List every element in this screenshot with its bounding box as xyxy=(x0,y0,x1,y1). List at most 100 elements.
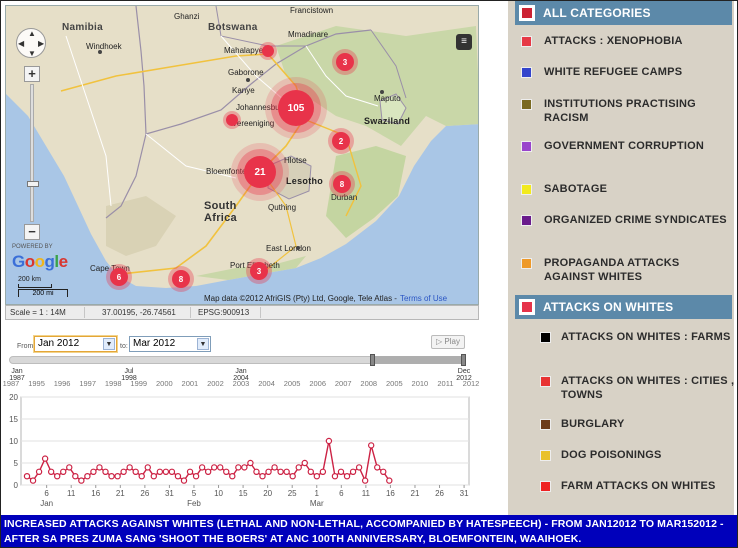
timeline-slider-start-handle[interactable] xyxy=(370,354,375,366)
projection-readout: EPSG:900913 xyxy=(198,308,250,317)
cluster-kanye[interactable] xyxy=(226,114,238,126)
x-tick-label: 20 xyxy=(263,489,272,498)
cluster-mahalapye[interactable] xyxy=(262,45,274,57)
cluster-swaziland[interactable]: 2 xyxy=(332,132,350,150)
year-tick-label: 2005 xyxy=(283,379,301,388)
zoom-slider[interactable] xyxy=(27,84,39,222)
data-point xyxy=(120,468,127,476)
pan-control[interactable]: ▲ ▼ ◀ ▶ xyxy=(16,28,46,58)
cluster-port-elizabeth[interactable]: 3 xyxy=(250,262,268,280)
x-tick-label: 21 xyxy=(116,489,125,498)
zoom-out-button[interactable]: − xyxy=(24,224,40,240)
x-tick-label: 6 xyxy=(339,489,344,498)
swatch-all-categories xyxy=(522,8,532,18)
data-point xyxy=(241,464,248,471)
google-logo: Google xyxy=(12,252,68,271)
legend-swatch xyxy=(521,258,532,269)
data-point xyxy=(162,468,170,476)
zoom-slider-thumb[interactable] xyxy=(27,181,39,187)
data-point xyxy=(96,464,103,471)
map-view[interactable]: Namibia Botswana South Africa Swaziland … xyxy=(5,5,479,305)
data-point xyxy=(41,455,49,462)
place-label-quthing: Quthing xyxy=(268,203,297,212)
place-label-kanye: Kanye xyxy=(232,86,255,95)
year-tick-label: 2012 xyxy=(462,379,480,388)
from-date-select[interactable]: Jan 2012 ▼ xyxy=(34,336,117,352)
pan-left-icon[interactable]: ◀ xyxy=(18,39,24,48)
x-tick-label: 31 xyxy=(165,489,174,498)
data-point xyxy=(386,477,393,484)
divider xyxy=(84,307,85,318)
data-point xyxy=(289,472,296,480)
caption-text: INCREASED ATTACKS AGAINST WHITES (LETHAL… xyxy=(4,518,724,545)
cluster-capetown[interactable]: 6 xyxy=(110,268,128,286)
place-label-windhoek: Windhoek xyxy=(86,42,122,51)
y-tick-label: 15 xyxy=(9,415,18,424)
data-point xyxy=(47,468,55,476)
x-tick-label: 6 xyxy=(44,489,49,498)
caption-banner: INCREASED ATTACKS AGAINST WHITES (LETHAL… xyxy=(1,515,737,547)
timeline-slider-end-handle[interactable] xyxy=(461,354,466,366)
data-point xyxy=(229,472,236,480)
pan-up-icon[interactable]: ▲ xyxy=(28,29,36,38)
data-point xyxy=(374,464,381,471)
data-point xyxy=(367,442,375,449)
legend-all-categories-label: ALL CATEGORIES xyxy=(543,6,651,20)
pan-down-icon[interactable]: ▼ xyxy=(28,49,36,58)
year-tick-label: 1999 xyxy=(130,379,148,388)
year-tick-label: 1997 xyxy=(79,379,96,388)
x-tick-label: 15 xyxy=(239,489,248,498)
map-attribution: Map data ©2012 AfriGIS (Pty) Ltd, Google… xyxy=(204,294,447,303)
category-legend: ALL CATEGORIES ATTACKS : XENOPHOBIA WHITE… xyxy=(508,1,734,515)
legend-item-label: BURGLARY xyxy=(561,418,625,430)
data-point xyxy=(295,464,302,471)
zoom-in-button[interactable]: + xyxy=(24,66,40,82)
pan-right-icon[interactable]: ▶ xyxy=(38,39,44,48)
cluster-durban[interactable]: 8 xyxy=(333,175,351,193)
y-tick-label: 5 xyxy=(14,459,19,468)
legend-all-categories[interactable]: ALL CATEGORIES xyxy=(515,1,732,25)
timeline-mid2-month: Jan xyxy=(235,368,247,375)
cluster-southcoast[interactable]: 8 xyxy=(172,270,190,288)
year-tick-label: 1987 xyxy=(2,379,20,388)
data-point xyxy=(180,477,188,484)
data-point xyxy=(235,464,242,471)
data-point xyxy=(156,468,164,476)
x-tick-label: 16 xyxy=(91,489,100,498)
data-point xyxy=(78,477,85,484)
play-button[interactable]: ▷ Play xyxy=(431,335,465,349)
page: Namibia Botswana South Africa Swaziland … xyxy=(0,0,738,548)
legend-attacks-on-whites[interactable]: ATTACKS ON WHITES xyxy=(515,295,732,319)
layers-icon[interactable]: ≡ xyxy=(456,34,472,50)
scale-mi-label: 200 mi xyxy=(32,290,54,297)
legend-swatch xyxy=(540,332,551,343)
data-point xyxy=(319,468,327,476)
year-tick-label: 1998 xyxy=(104,379,122,388)
data-point xyxy=(29,477,37,484)
legend-item-label: INSTITUTIONS PRACTISING RACISM xyxy=(544,98,696,124)
data-point xyxy=(102,468,109,476)
data-point xyxy=(325,437,333,445)
x-tick-label: 25 xyxy=(288,489,297,498)
x-month-label: Feb xyxy=(187,499,201,508)
year-tick-label: 2008 xyxy=(360,379,378,388)
year-tick-label: 2007 xyxy=(334,379,352,388)
cluster-limpopo[interactable]: 3 xyxy=(336,53,354,71)
place-label-durban: Durban xyxy=(331,193,358,202)
chevron-down-icon[interactable]: ▼ xyxy=(197,338,209,350)
data-point xyxy=(343,472,351,480)
cluster-pretoria[interactable]: 105 xyxy=(278,90,314,126)
data-point xyxy=(247,459,254,467)
powered-by-label: POWERED BY xyxy=(12,244,53,250)
timeline-end-month: Dec xyxy=(457,368,471,375)
x-tick-label: 11 xyxy=(67,489,76,498)
cluster-bloemfontein[interactable]: 21 xyxy=(244,156,276,188)
x-tick-label: 31 xyxy=(460,489,469,498)
legend-swatch xyxy=(521,36,532,47)
to-date-select[interactable]: Mar 2012 ▼ xyxy=(129,336,211,352)
chevron-down-icon[interactable]: ▼ xyxy=(103,338,115,350)
legend-item-label: SABOTAGE xyxy=(544,183,608,195)
scale-bar-km xyxy=(18,284,52,288)
zoom-control: + − xyxy=(24,66,40,240)
terms-of-use-link[interactable]: Terms of Use xyxy=(400,294,447,303)
